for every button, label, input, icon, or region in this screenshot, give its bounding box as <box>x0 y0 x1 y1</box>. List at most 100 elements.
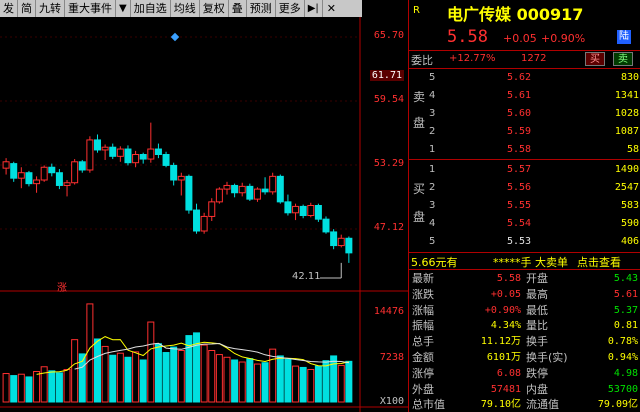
candle-body <box>48 166 56 174</box>
level-number: 5 <box>429 72 436 83</box>
candle-body <box>147 148 155 160</box>
volume-bar <box>345 360 353 403</box>
stats-table: 最新 5.58 开盘 5.43 涨跌 +0.05 最高 5.61 涨幅 +0.90% 最低 5.37 振… <box>409 269 640 412</box>
candle-body <box>25 172 33 185</box>
buy-level-row[interactable]: 3 5.55 583 <box>429 197 639 215</box>
level-volume: 1490 <box>614 164 639 175</box>
sell-side-label: 盘 <box>412 116 425 130</box>
level-volume: 1028 <box>614 108 639 119</box>
book-divider <box>409 159 640 160</box>
volume-bar <box>139 359 147 403</box>
stat-value: 5.58 <box>496 273 521 284</box>
candle-body <box>208 201 216 217</box>
candle-body <box>139 154 147 160</box>
volume-bar <box>71 339 79 403</box>
candle-body <box>185 175 193 211</box>
price-axis-label: 59.54 <box>373 94 404 105</box>
candle-body <box>330 231 338 247</box>
stat-label: 最高 <box>526 287 548 301</box>
promo-link[interactable]: 点击查看 <box>577 254 621 270</box>
r-mark: R <box>413 5 420 16</box>
price-axis-label: 47.12 <box>373 222 404 233</box>
stat-label: 涨停 <box>412 366 434 380</box>
level-price: 5.58 <box>507 144 532 155</box>
sell-button[interactable]: 卖 <box>613 52 633 66</box>
volume-bar <box>200 344 208 403</box>
level-volume: 2547 <box>614 182 639 193</box>
buy-level-row[interactable]: 4 5.54 590 <box>429 215 639 233</box>
volume-bar <box>208 349 216 403</box>
buy-level-row[interactable]: 2 5.56 2547 <box>429 179 639 197</box>
volume-bar <box>55 372 63 403</box>
toolbar-overlay[interactable]: 叠 <box>229 0 247 17</box>
play-icon[interactable]: ▶| <box>305 0 323 17</box>
stats-row: 涨停 6.08 跌停 4.98 <box>409 366 640 381</box>
volume-bar <box>132 351 140 403</box>
big-order-promo[interactable]: 5.66元有 *****手 大卖单 点击查看 <box>409 252 640 269</box>
toolbar-jiuzhuan[interactable]: 九转 <box>36 0 65 17</box>
buy-level-row[interactable]: 1 5.57 1490 <box>429 161 639 179</box>
candle-body <box>292 205 300 214</box>
quote-panel: R 电广传媒 000917 5.58 +0.05 +0.90% 陆 委比 +12… <box>408 0 640 412</box>
volume-bar <box>314 365 322 403</box>
level-number: 3 <box>429 200 436 211</box>
stat-value: 0.81 <box>613 320 638 332</box>
buy-button[interactable]: 买 <box>585 52 605 66</box>
sell-level-row[interactable]: 4 5.61 1341 <box>429 87 639 105</box>
toolbar-jian[interactable]: 简 <box>18 0 36 17</box>
toolbar-moving-average[interactable]: 均线 <box>171 0 200 17</box>
toolbar-fa[interactable]: 发 <box>0 0 18 17</box>
volume-bar <box>215 354 223 403</box>
candle-body <box>63 182 71 186</box>
promo-text: *****手 大卖单 <box>493 256 568 269</box>
volume-bar <box>10 375 18 403</box>
stat-label: 涨跌 <box>412 287 434 301</box>
level-price: 5.54 <box>507 218 532 229</box>
sell-level-row[interactable]: 3 5.60 1028 <box>429 105 639 123</box>
order-book: 卖 盘 5 5.62 830 4 5.61 1341 3 5.60 1028 2 5.59 1087 1… <box>409 68 640 252</box>
volume-bar <box>276 355 284 403</box>
volume-bar <box>109 354 117 403</box>
buy-level-row[interactable]: 5 5.53 406 <box>429 233 639 251</box>
close-icon[interactable]: ✕ <box>323 2 340 15</box>
candle-body <box>101 146 109 151</box>
chart-toolbar: 发 简 九转 重大事件 ▼ 加自选 均线 复权 叠 预测 更多 ▶| ✕ <box>0 0 362 17</box>
stat-value: 6101万 <box>486 352 521 363</box>
stat-value: +0.90% <box>484 304 521 316</box>
candle-body <box>55 172 63 186</box>
level-price: 5.57 <box>507 164 532 175</box>
price-axis-label: 61.71 <box>369 70 404 81</box>
candle-body <box>170 164 178 181</box>
level-number: 1 <box>429 144 436 155</box>
volume-bar <box>154 343 162 403</box>
dropdown-arrow-icon[interactable]: ▼ <box>116 0 131 17</box>
kline-chart[interactable] <box>0 17 408 412</box>
stat-label: 最新 <box>412 272 434 285</box>
toolbar-add-watchlist[interactable]: 加自选 <box>131 0 171 17</box>
level-price: 5.59 <box>507 126 532 137</box>
candle-body <box>193 209 201 232</box>
stat-value: 5.37 <box>613 304 638 316</box>
sell-level-row[interactable]: 1 5.58 58 <box>429 141 639 159</box>
stat-label: 总市值 <box>412 398 445 412</box>
level-price: 5.53 <box>507 236 532 247</box>
sell-level-row[interactable]: 2 5.59 1087 <box>429 123 639 141</box>
stat-label: 总手 <box>412 335 434 349</box>
stat-value: 4.34% <box>490 320 521 332</box>
sell-level-row[interactable]: 5 5.62 830 <box>429 69 639 87</box>
sell-side-label: 卖 <box>412 90 425 104</box>
stats-row: 总市值 79.10亿 流通值 79.09亿 <box>409 397 640 412</box>
toolbar-major-events[interactable]: 重大事件 <box>65 0 116 17</box>
stat-label: 换手(实) <box>526 351 568 364</box>
toolbar-forecast[interactable]: 预测 <box>247 0 276 17</box>
price-change: +0.05 <box>503 32 537 45</box>
volume-bar <box>33 371 41 403</box>
volume-bar <box>25 376 33 403</box>
volume-bar <box>116 352 124 403</box>
volume-unit-label: X100 <box>379 396 404 407</box>
level-volume: 830 <box>620 72 639 83</box>
candle-body <box>231 184 239 194</box>
toolbar-adjust[interactable]: 复权 <box>200 0 229 17</box>
toolbar-more[interactable]: 更多 <box>276 0 305 17</box>
stat-value: 5.43 <box>613 273 638 284</box>
